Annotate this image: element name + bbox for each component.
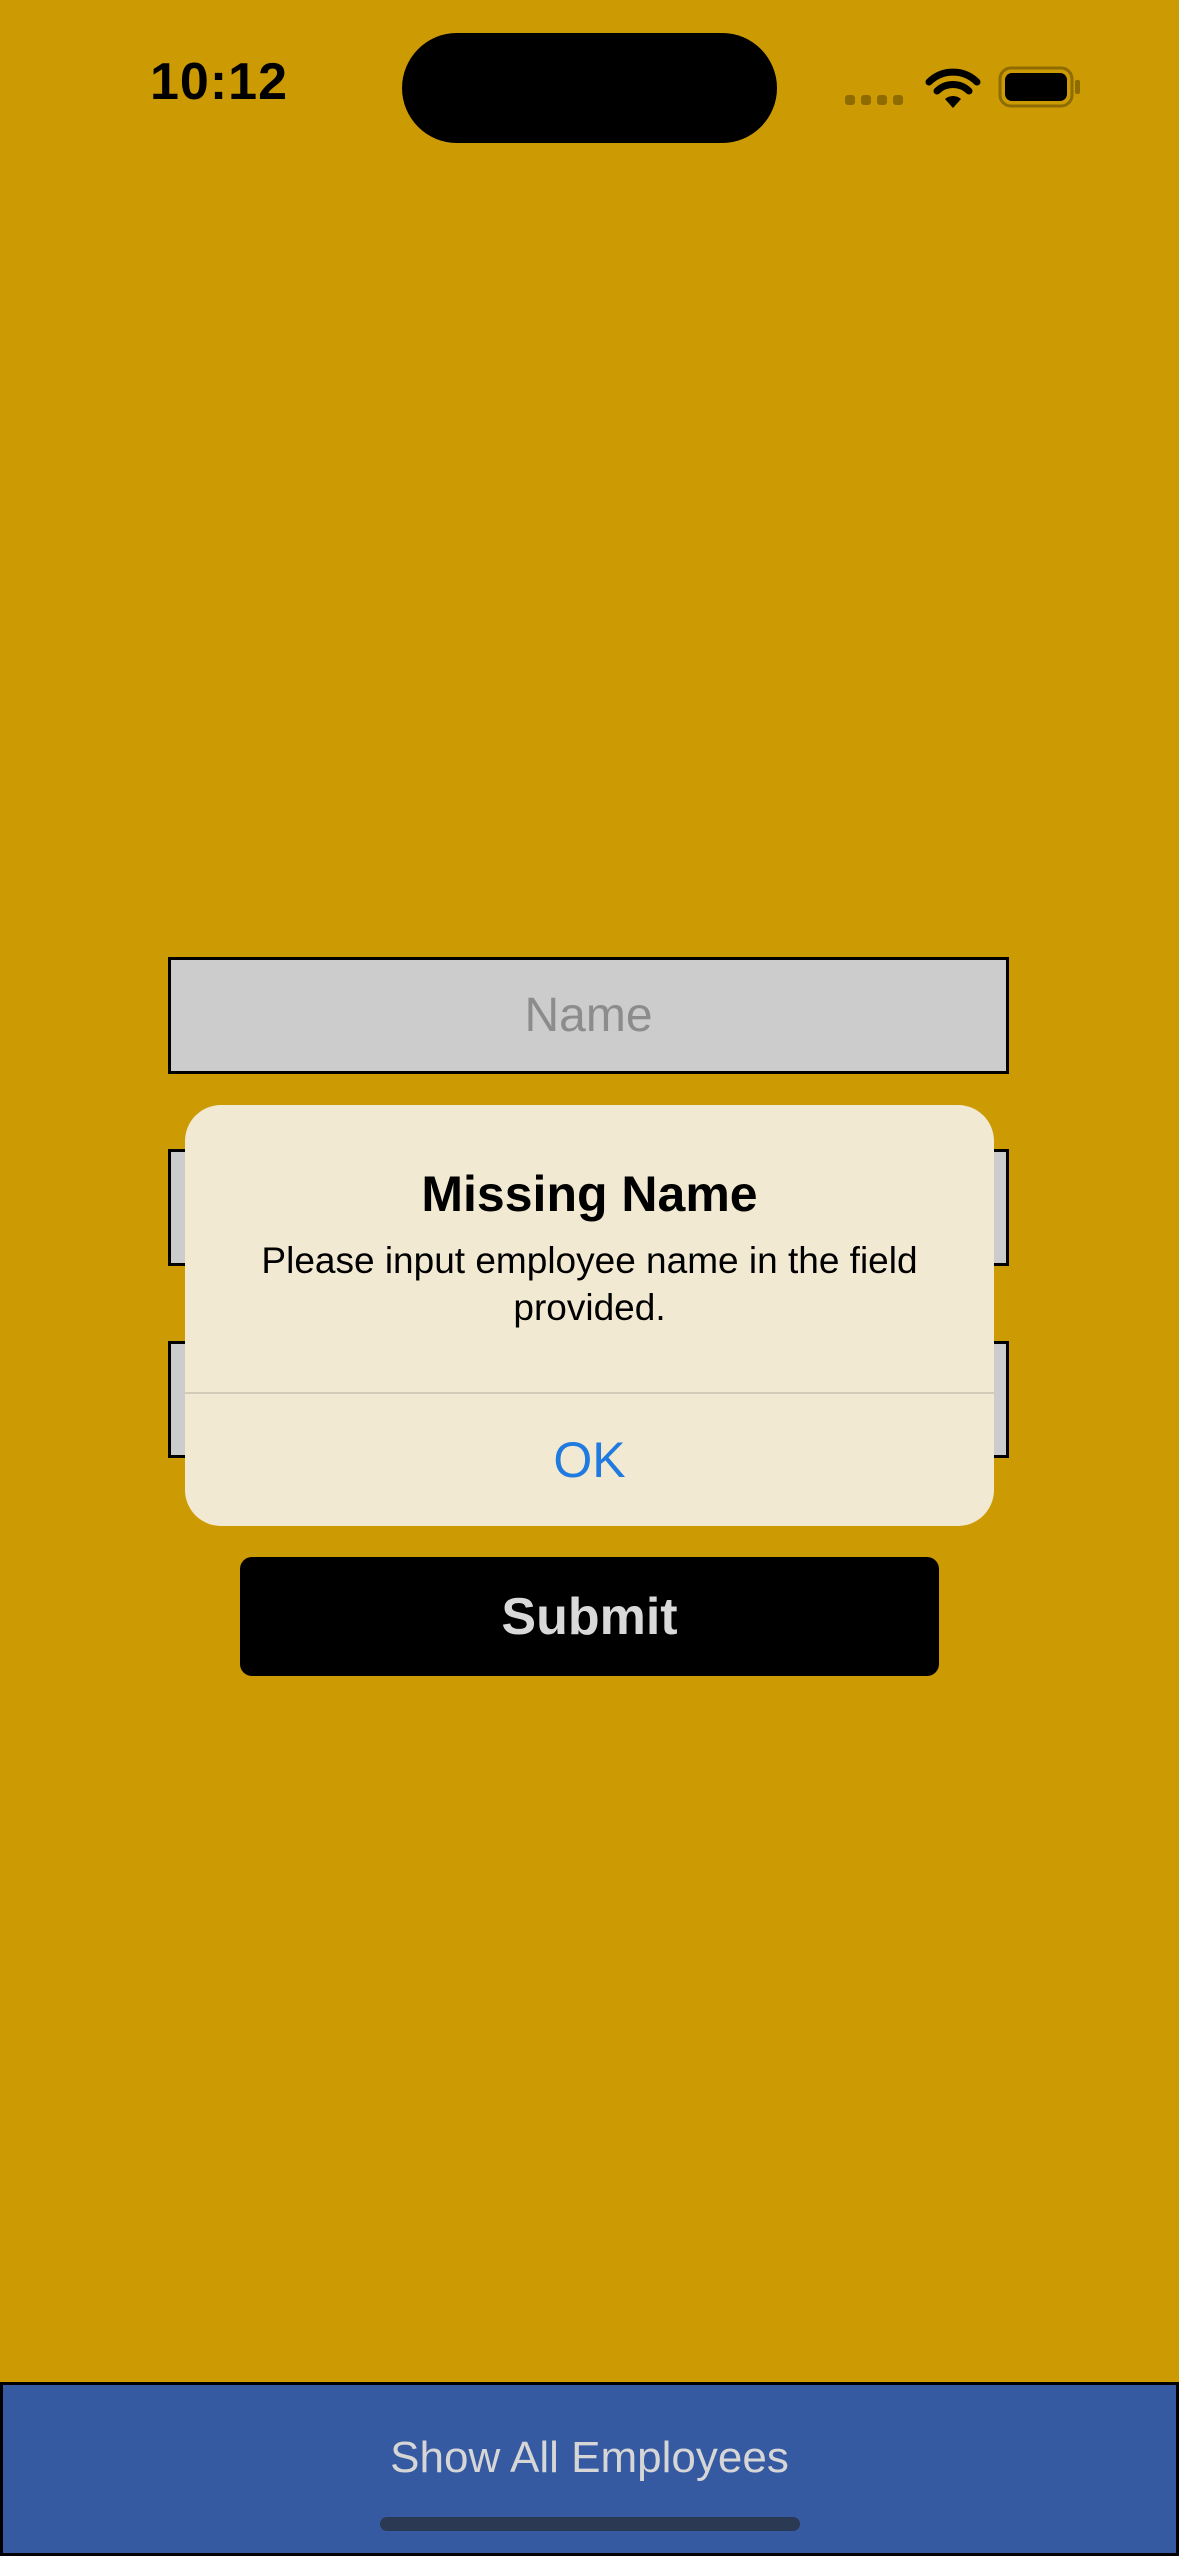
show-all-employees-label: Show All Employees — [390, 2433, 789, 2482]
name-input[interactable] — [171, 960, 1006, 1071]
alert-ok-button[interactable]: OK — [185, 1394, 994, 1526]
wifi-icon — [925, 68, 981, 108]
missing-name-alert: Missing Name Please input employee name … — [185, 1105, 994, 1526]
submit-button[interactable]: Submit — [240, 1557, 939, 1676]
alert-title: Missing Name — [421, 1166, 758, 1222]
signal-icon — [845, 95, 903, 105]
battery-icon — [998, 66, 1080, 108]
home-indicator — [380, 2517, 800, 2531]
status-time: 10:12 — [150, 53, 288, 111]
dynamic-island — [402, 33, 777, 143]
alert-message: Please input employee name in the field … — [261, 1240, 918, 1328]
name-field[interactable] — [168, 957, 1009, 1074]
